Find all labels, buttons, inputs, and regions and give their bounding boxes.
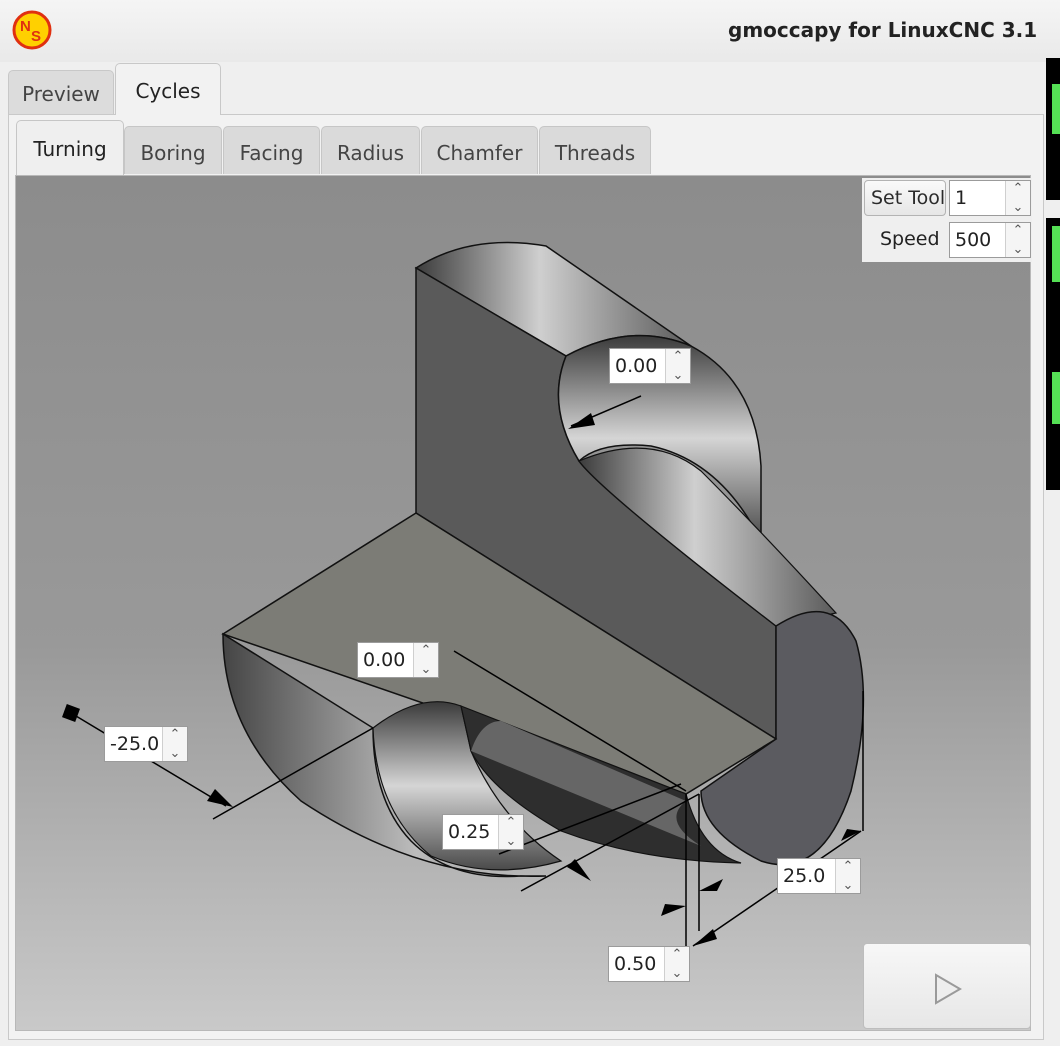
tab-cycles[interactable]: Cycles [115, 63, 221, 115]
turning-diagram [15, 175, 1031, 1031]
svg-text:S: S [31, 28, 41, 45]
ns-logo-icon: N S [12, 10, 52, 50]
turning-diagram-svg [62, 241, 865, 947]
run-cycle-button[interactable] [863, 943, 1031, 1029]
tab-threads[interactable]: Threads [539, 126, 651, 174]
depth-center-spinbox[interactable]: 0.00 ⌃ ⌄ [357, 642, 439, 678]
chevron-down-icon: ⌄ [672, 368, 684, 383]
chevron-down-icon: ⌄ [671, 966, 683, 981]
tab-radius[interactable]: Radius [321, 126, 420, 174]
finish-allowance-spinbox[interactable]: 0.50 ⌃ ⌄ [608, 946, 690, 982]
chevron-down-icon: ⌄ [169, 746, 181, 761]
chevron-down-icon: ⌄ [842, 878, 854, 893]
chevron-up-icon: ⌃ [842, 859, 854, 874]
chevron-down-icon: ⌄ [1012, 200, 1024, 215]
chevron-down-icon: ⌄ [420, 662, 432, 677]
dro-x-mark [1052, 84, 1060, 134]
speed-label: Speed [880, 228, 940, 250]
chevron-up-icon: ⌃ [169, 727, 181, 742]
chevron-up-icon: ⌃ [1012, 181, 1024, 196]
start-z-spinbox[interactable]: -25.0 ⌃ ⌄ [104, 726, 188, 762]
dro-y-mark [1052, 226, 1060, 282]
tab-boring[interactable]: Boring [124, 126, 222, 174]
set-tool-button[interactable]: Set Tool [864, 180, 946, 216]
chevron-up-icon: ⌃ [420, 643, 432, 658]
tab-turning[interactable]: Turning [16, 120, 124, 176]
title-bar: N S gmoccapy for LinuxCNC 3.1 [0, 0, 1060, 62]
chevron-up-icon: ⌃ [671, 947, 683, 962]
tab-chamfer[interactable]: Chamfer [421, 126, 538, 174]
dro-gap [1046, 200, 1060, 218]
speed-spinbox[interactable]: 500 ⌃ ⌄ [949, 222, 1031, 258]
end-z-spinbox[interactable]: 25.0 ⌃ ⌄ [777, 858, 861, 894]
svg-text:N: N [20, 18, 31, 35]
dro-z-mark [1052, 372, 1060, 424]
chevron-up-icon: ⌃ [1012, 223, 1024, 238]
tab-preview[interactable]: Preview [8, 70, 114, 114]
chevron-up-icon: ⌃ [505, 815, 517, 830]
chevron-down-icon: ⌄ [1012, 242, 1024, 257]
depth-cut-spinbox[interactable]: 0.25 ⌃ ⌄ [442, 814, 524, 850]
play-icon [935, 973, 962, 1005]
radius-top-spinbox[interactable]: 0.00 ⌃ ⌄ [609, 348, 691, 384]
chevron-down-icon: ⌄ [505, 834, 517, 849]
window-title: gmoccapy for LinuxCNC 3.1 [728, 18, 1038, 42]
tab-facing[interactable]: Facing [223, 126, 320, 174]
tool-number-spinbox[interactable]: 1 ⌃ ⌄ [949, 180, 1031, 216]
chevron-up-icon: ⌃ [672, 349, 684, 364]
